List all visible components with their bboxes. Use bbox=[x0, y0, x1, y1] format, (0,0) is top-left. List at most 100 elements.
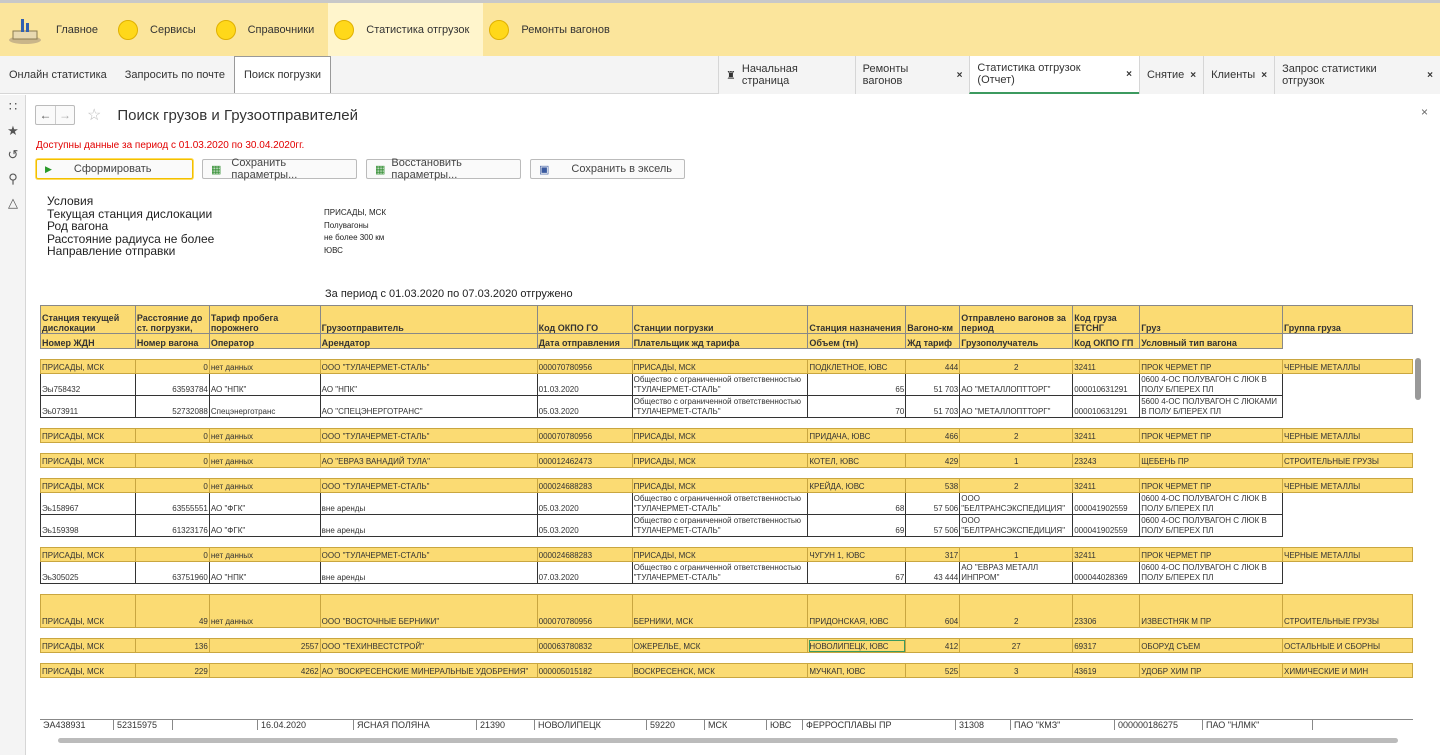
table-cell[interactable]: 000012462473 bbox=[536, 453, 633, 468]
table-cell[interactable]: ОЖЕРЕЛЬЕ, МСК bbox=[631, 638, 809, 653]
table-cell[interactable]: АО "НПК" bbox=[319, 373, 538, 396]
table-cell[interactable]: Эь158967 bbox=[40, 492, 136, 515]
table-cell[interactable]: 000024688283 bbox=[536, 478, 633, 493]
table-cell[interactable]: Группа груза bbox=[1282, 305, 1413, 334]
history-icon[interactable]: ↺ bbox=[0, 143, 26, 167]
tab-stats-request[interactable]: Запрос статистики отгрузок × bbox=[1274, 56, 1440, 94]
section-main[interactable]: Главное bbox=[50, 3, 112, 56]
table-cell[interactable]: АО "ЕВРАЗ ВАНАДИЙ ТУЛА" bbox=[319, 453, 538, 468]
table-cell[interactable]: Дата отправления bbox=[536, 333, 633, 349]
close-icon[interactable]: × bbox=[1126, 69, 1132, 80]
table-cell[interactable]: 000063780832 bbox=[536, 638, 633, 653]
subnav-request-mail[interactable]: Запросить по почте bbox=[116, 56, 234, 93]
table-cell[interactable]: ПРИСАДЫ, МСК bbox=[40, 638, 136, 653]
table-cell[interactable]: 57 506 bbox=[905, 514, 961, 537]
table-cell[interactable]: Номер вагона bbox=[134, 333, 210, 349]
table-cell[interactable]: 63751960 bbox=[134, 561, 210, 584]
table-cell[interactable]: МУЧКАП, ЮВС bbox=[807, 663, 907, 678]
tab-removal[interactable]: Снятие × bbox=[1138, 56, 1204, 94]
table-cell[interactable]: 49 bbox=[134, 594, 210, 628]
table-cell[interactable]: 0 bbox=[134, 478, 210, 493]
table-cell[interactable]: Эь073911 bbox=[40, 395, 136, 418]
generate-button[interactable]: ▶ Сформировать bbox=[36, 159, 193, 179]
subnav-search-loading[interactable]: Поиск погрузки bbox=[233, 56, 332, 93]
table-cell[interactable]: 000005015182 bbox=[536, 663, 633, 678]
table-cell[interactable]: 412 bbox=[905, 638, 961, 653]
table-cell[interactable]: БЕРНИКИ, МСК bbox=[631, 594, 809, 628]
table-cell[interactable]: вне аренды bbox=[319, 561, 538, 584]
table-cell[interactable]: Грузополучатель bbox=[959, 333, 1074, 349]
save-params-button[interactable]: ▦ Сохранить параметры... bbox=[202, 157, 357, 181]
table-cell[interactable]: Общество с ограниченной ответственностью… bbox=[631, 492, 809, 515]
table-cell[interactable]: Номер ЖДН bbox=[40, 333, 136, 349]
tab-shipment-report[interactable]: Статистика отгрузок (Отчет) × bbox=[969, 56, 1139, 94]
table-cell[interactable]: вне аренды bbox=[319, 514, 538, 537]
table-cell[interactable]: КОТЕЛ, ЮВС bbox=[807, 453, 907, 468]
table-cell[interactable]: 136 bbox=[134, 638, 210, 653]
table-cell[interactable]: 05.03.2020 bbox=[536, 514, 633, 537]
table-cell[interactable]: ПРИСАДЫ, МСК bbox=[631, 453, 809, 468]
table-cell[interactable]: нет данных bbox=[208, 547, 321, 562]
apps-grid-icon[interactable]: ∷ bbox=[0, 95, 26, 119]
table-cell[interactable]: ПРОК ЧЕРМЕТ ПР bbox=[1139, 359, 1284, 374]
table-cell[interactable]: Станции погрузки bbox=[631, 305, 809, 334]
table-cell[interactable]: ЧЕРНЫЕ МЕТАЛЛЫ bbox=[1282, 478, 1413, 493]
vertical-scrollbar[interactable] bbox=[1413, 353, 1423, 725]
table-cell[interactable]: ООО "ТЕХИНВЕСТСТРОЙ" bbox=[319, 638, 538, 653]
table-cell[interactable]: 32411 bbox=[1072, 478, 1141, 493]
table-cell[interactable]: АО "ВОСКРЕСЕНСКИЕ МИНЕРАЛЬНЫЕ УДОБРЕНИЯ" bbox=[319, 663, 538, 678]
table-cell[interactable]: АО "НПК" bbox=[208, 561, 321, 584]
table-cell[interactable]: 2 bbox=[959, 478, 1074, 493]
table-cell[interactable]: ПРИСАДЫ, МСК bbox=[40, 478, 136, 493]
table-cell[interactable]: 0 bbox=[134, 359, 210, 374]
close-icon[interactable]: × bbox=[1261, 70, 1267, 81]
table-cell[interactable]: нет данных bbox=[208, 453, 321, 468]
table-cell[interactable]: 65 bbox=[807, 373, 907, 396]
tab-wagon-repairs[interactable]: Ремонты вагонов × bbox=[854, 56, 970, 94]
table-cell[interactable]: ЧЕРНЫЕ МЕТАЛЛЫ bbox=[1282, 428, 1413, 443]
search-icon[interactable]: ⚲ bbox=[0, 167, 26, 191]
tab-home[interactable]: ♜ Начальная страница bbox=[718, 56, 855, 94]
table-cell[interactable]: Грузоотправитель bbox=[319, 305, 538, 334]
forward-arrow-icon[interactable]: → bbox=[55, 106, 74, 124]
table-cell[interactable]: АО "МЕТАЛЛОПТТОРГ" bbox=[959, 373, 1074, 396]
table-cell[interactable]: 3 bbox=[959, 663, 1074, 678]
table-cell[interactable]: АО "МЕТАЛЛОПТТОРГ" bbox=[959, 395, 1074, 418]
table-cell[interactable]: вне аренды bbox=[319, 492, 538, 515]
table-cell[interactable]: ООО "ТУЛАЧЕРМЕТ-СТАЛЬ" bbox=[319, 359, 538, 374]
table-cell[interactable]: 0 bbox=[134, 453, 210, 468]
table-cell[interactable]: 000024688283 bbox=[536, 547, 633, 562]
table-cell[interactable]: 43619 bbox=[1072, 663, 1141, 678]
table-cell[interactable]: 5600 4-ОС ПОЛУВАГОН С ЛЮКАМИ В ПОЛУ Б/ПЕ… bbox=[1139, 395, 1284, 418]
table-cell[interactable]: Общество с ограниченной ответственностью… bbox=[631, 561, 809, 584]
table-cell[interactable]: 000041902559 bbox=[1072, 492, 1141, 515]
table-cell[interactable]: 466 bbox=[905, 428, 961, 443]
table-cell[interactable]: Эь159398 bbox=[40, 514, 136, 537]
table-cell[interactable]: 05.03.2020 bbox=[536, 492, 633, 515]
table-cell[interactable]: ПРОК ЧЕРМЕТ ПР bbox=[1139, 428, 1284, 443]
table-cell[interactable]: ИЗВЕСТНЯК М ПР bbox=[1139, 594, 1284, 628]
table-cell[interactable]: Код груза ЕТСНГ bbox=[1072, 305, 1141, 334]
subnav-online-stats[interactable]: Онлайн статистика bbox=[0, 56, 116, 93]
table-cell[interactable]: ОБОРУД СЪЕМ bbox=[1139, 638, 1284, 653]
table-cell[interactable]: ПРИДОНСКАЯ, ЮВС bbox=[807, 594, 907, 628]
table-cell[interactable]: Код ОКПО ГП bbox=[1072, 333, 1141, 349]
table-cell[interactable]: ПРИСАДЫ, МСК bbox=[40, 663, 136, 678]
close-form-icon[interactable]: × bbox=[1421, 105, 1428, 119]
table-cell[interactable] bbox=[1282, 492, 1413, 515]
table-cell[interactable]: Плательщик жд тарифа bbox=[631, 333, 809, 349]
table-cell[interactable]: 0600 4-ОС ПОЛУВАГОН С ЛЮК В ПОЛУ Б/ПЕРЕХ… bbox=[1139, 514, 1284, 537]
table-cell[interactable]: НОВОЛИПЕЦК, ЮВС bbox=[807, 638, 907, 653]
table-cell[interactable]: ПРИСАДЫ, МСК bbox=[40, 428, 136, 443]
table-cell[interactable]: ООО "ТУЛАЧЕРМЕТ-СТАЛЬ" bbox=[319, 547, 538, 562]
table-cell[interactable]: Отправлено вагонов за период bbox=[959, 305, 1074, 334]
table-cell[interactable]: 69317 bbox=[1072, 638, 1141, 653]
table-cell[interactable]: ООО "БЕЛТРАНСЭКСПЕДИЦИЯ" bbox=[959, 492, 1074, 515]
table-cell[interactable]: АО "ЕВРАЗ МЕТАЛЛ ИНПРОМ" bbox=[959, 561, 1074, 584]
table-cell[interactable]: УДОБР ХИМ ПР bbox=[1139, 663, 1284, 678]
section-services[interactable]: Сервисы bbox=[112, 3, 210, 56]
table-cell[interactable]: 57 506 bbox=[905, 492, 961, 515]
table-cell[interactable]: 43 444 bbox=[905, 561, 961, 584]
table-cell[interactable]: 0 bbox=[134, 547, 210, 562]
table-cell[interactable]: 69 bbox=[807, 514, 907, 537]
